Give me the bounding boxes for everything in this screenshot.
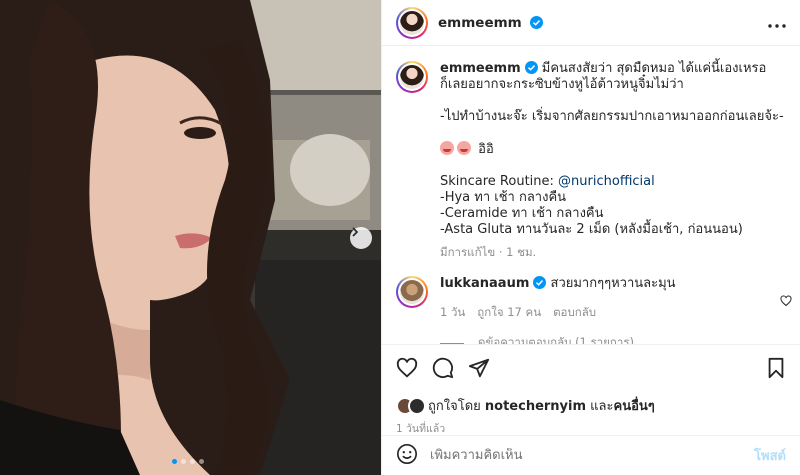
next-slide-button[interactable] [350,227,372,249]
caption-text: -ไปทำบ้างนะจ๊ะ เริ่มจากศัลยกรรมปากเอาหมา… [440,109,784,124]
verified-badge-icon [530,15,544,29]
more-horizontal-icon [768,24,786,28]
commenter-username[interactable]: lukkanaaum [440,276,529,291]
heart-outline-icon [396,357,418,378]
author-username[interactable]: emmeemm [438,15,544,31]
tongue-emoji-icon [440,141,454,155]
comment-likes-link[interactable]: ถูกใจ 17 คน [477,304,541,320]
post-header: emmeemm [382,0,800,46]
comment-like-button[interactable] [780,292,792,311]
carousel-dot [181,459,186,464]
smiley-icon [397,443,417,464]
caption-avatar[interactable] [396,61,428,93]
skincare-label: Skincare Routine: [440,174,559,189]
liked-by: ถูกใจโดย notechernyim และคนอื่นๆ [396,395,786,416]
comment-meta: 1 วัน ถูกใจ 17 คน ตอบกลับ [440,304,760,320]
caption: emmeemm มีคนสงสัยว่า สุดมืดหมอ ได้แค่นี้… [382,47,800,260]
liked-by-suffix: และ [586,399,614,414]
caption-body: emmeemm มีคนสงสัยว่า สุดมืดหมอ ได้แค่นี้… [440,61,784,260]
carousel-dot [190,459,195,464]
commenter-avatar[interactable] [396,276,428,308]
more-options-button[interactable] [768,13,786,32]
paper-plane-icon [468,358,490,378]
tongue-emoji-icon [457,141,471,155]
mention-link[interactable]: @nurichofficial [558,174,655,189]
instagram-post: emmeemm emmeemm มีคนสงสัยว่า สุดมืดหมอ ไ… [0,0,800,475]
comment-time: 1 วัน [440,305,466,319]
comment-text: สวยมากๆๆหวานละมุน [550,276,676,291]
heart-outline-icon [780,295,792,307]
author-avatar[interactable] [396,6,428,39]
emoji-picker-button[interactable] [396,443,418,469]
caption-text: -Asta Gluta ทานวันละ 2 เม็ด (หลังมื้อเช้… [440,222,743,237]
like-button[interactable] [396,357,418,379]
comment-item: lukkanaaum สวยมากๆๆหวานละมุน 1 วัน ถูกใจ… [382,260,800,320]
caption-text: -Hya ทา เช้า กลางคืน [440,190,567,205]
liker-avatars[interactable] [396,396,428,415]
liked-by-prefix: ถูกใจโดย [428,399,485,414]
caption-text: -Ceramide ทา เช้า กลางคืน [440,206,604,221]
view-replies-button[interactable]: ดูข้อความตอบกลับ (1 รายการ) [440,334,800,344]
post-photo[interactable] [0,0,381,475]
caption-emoji-line: อิอิ [440,141,780,158]
comment-button[interactable] [432,357,454,379]
liked-by-others[interactable]: คนอื่นๆ [614,399,655,414]
comment-input[interactable] [430,448,755,463]
liked-by-user[interactable]: notechernyim [485,399,586,414]
comments-scroll-area[interactable]: emmeemm มีคนสงสัยว่า สุดมืดหมอ ได้แค่นี้… [382,47,800,344]
photo-illustration [0,0,381,475]
carousel-dot [172,459,177,464]
caption-meta: มีการแก้ไข · 1 ชม. [440,245,537,259]
verified-badge-icon [533,276,547,289]
add-comment-bar: โพสต์ [382,435,800,475]
reply-button[interactable]: ตอบกลับ [553,304,596,320]
comment-body: lukkanaaum สวยมากๆๆหวานละมุน 1 วัน ถูกใจ… [440,276,760,320]
carousel-dot [199,459,204,464]
action-bar: ถูกใจโดย notechernyim และคนอื่นๆ 1 วันที… [382,344,800,437]
chevron-right-icon [352,227,359,237]
verified-badge-icon [524,61,538,74]
carousel-indicator [172,459,204,464]
caption-username[interactable]: emmeemm [440,61,521,76]
view-replies-label: ดูข้อความตอบกลับ (1 รายการ) [478,335,634,344]
caption-text: มีคนสงสัยว่า สุดมืดหมอ ได้แค่นี้เองเหรอ [541,61,767,76]
post-comment-button[interactable]: โพสต์ [754,445,786,466]
save-button[interactable] [766,357,786,379]
comment-bubble-icon [432,357,454,379]
bookmark-icon [768,357,784,379]
post-side-panel: emmeemm emmeemm มีคนสงสัยว่า สุดมืดหมอ ไ… [381,0,800,475]
caption-text: ก็เลยอยากจะกระซิบข้างหูไอ้ต้าวหนูจิ๋มไม่… [440,77,684,92]
share-button[interactable] [468,357,490,379]
caption-text: อิอิ [478,142,494,157]
